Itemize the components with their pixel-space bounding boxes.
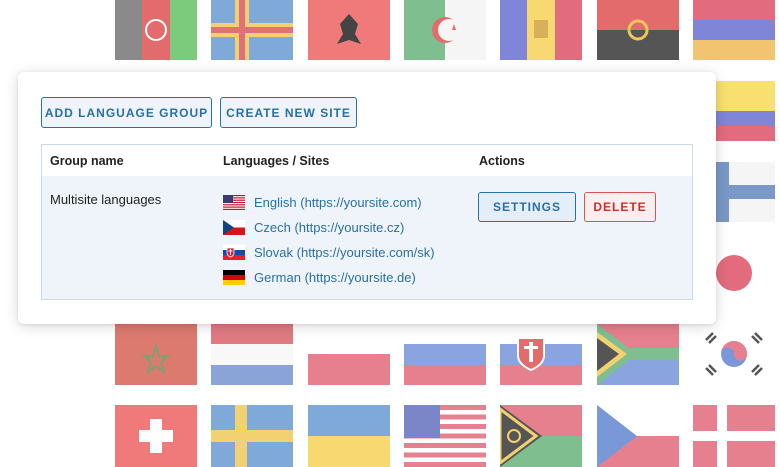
sweden-flag-icon	[211, 405, 293, 467]
russia-flag-icon	[404, 324, 486, 385]
armenia-flag-icon	[693, 0, 775, 60]
angola-flag-icon	[597, 0, 679, 60]
group-name-cell: Multisite languages	[50, 192, 162, 207]
slovakia-flag-icon	[500, 324, 582, 385]
language-item-slovak: Slovak (https://yoursite.com/sk)	[223, 240, 435, 265]
aland-flag-icon	[211, 0, 293, 60]
languages-list: English (https://yoursite.com) Czech (ht…	[223, 190, 435, 290]
settings-button[interactable]: SETTINGS	[478, 192, 576, 222]
de-flag-icon	[223, 270, 245, 285]
language-link-czech[interactable]: Czech (https://yoursite.cz)	[254, 220, 404, 235]
language-item-english: English (https://yoursite.com)	[223, 190, 435, 215]
netherlands-flag-icon	[211, 324, 293, 385]
afghanistan-flag-icon	[115, 0, 197, 60]
south-korea-flag-icon	[693, 324, 775, 385]
table-header: Group name Languages / Sites Actions	[42, 145, 692, 177]
column-header-languages-sites: Languages / Sites	[223, 154, 330, 168]
ukraine-flag-icon	[308, 405, 390, 467]
language-link-english[interactable]: English (https://yoursite.com)	[254, 195, 422, 210]
add-language-group-button[interactable]: ADD LANGUAGE GROUP	[41, 97, 212, 128]
language-link-german[interactable]: German (https://yoursite.de)	[254, 270, 416, 285]
usa-flag-icon	[404, 405, 486, 467]
language-link-slovak[interactable]: Slovak (https://yoursite.com/sk)	[254, 245, 435, 260]
vanuatu-flag-icon	[500, 405, 582, 467]
south-africa-flag-icon	[597, 324, 679, 385]
language-item-german: German (https://yoursite.de)	[223, 265, 435, 290]
cz-flag-icon	[223, 220, 245, 235]
column-header-actions: Actions	[479, 154, 525, 168]
morocco-flag-icon	[115, 324, 197, 385]
column-header-group-name: Group name	[50, 154, 124, 168]
czech-flag-icon-bg	[597, 405, 679, 467]
algeria-flag-icon	[404, 0, 486, 60]
switzerland-flag-icon	[115, 405, 197, 467]
sk-flag-icon	[223, 245, 245, 260]
denmark-flag-icon	[693, 405, 775, 467]
table-row: Multisite languages English (https://you…	[42, 176, 692, 299]
us-flag-icon	[223, 195, 245, 210]
language-groups-table: Group name Languages / Sites Actions Mul…	[41, 144, 693, 300]
albania-flag-icon	[308, 0, 390, 60]
indonesia-flag-icon	[308, 324, 390, 385]
language-item-czech: Czech (https://yoursite.cz)	[223, 215, 435, 240]
language-groups-card: ADD LANGUAGE GROUP CREATE NEW SITE Group…	[18, 72, 716, 324]
delete-button[interactable]: DELETE	[584, 192, 656, 222]
andorra-flag-icon	[500, 0, 582, 60]
create-new-site-button[interactable]: CREATE NEW SITE	[220, 97, 357, 128]
